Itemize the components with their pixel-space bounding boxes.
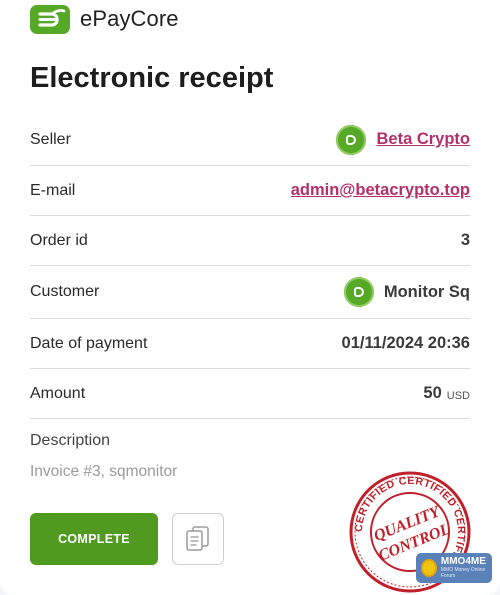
brand-header[interactable]: ePayCore [30, 3, 179, 35]
receipt-card: ePayCore Electronic receipt Seller Beta … [0, 0, 500, 595]
date-value: 01/11/2024 20:36 [341, 334, 470, 352]
date-row: Date of payment 01/11/2024 20:36 [30, 319, 470, 369]
email-label: E-mail [30, 181, 76, 199]
order-row: Order id 3 [30, 216, 470, 266]
order-value: 3 [460, 231, 470, 249]
amount-number: 50 [423, 384, 442, 402]
brand-name: ePayCore [80, 6, 179, 31]
customer-value: Monitor Sq [343, 277, 470, 307]
customer-row: Customer Monitor Sq [30, 266, 470, 319]
watermark-text: MMO4ME [440, 556, 486, 567]
copy-icon [186, 526, 209, 551]
customer-avatar-icon [343, 277, 374, 307]
seller-label: Seller [30, 130, 71, 148]
amount-value: 50 USD [423, 384, 470, 403]
amount-currency: USD [446, 389, 470, 402]
seller-row: Seller Beta Crypto [30, 114, 470, 166]
watermark-badge: MMO4ME MMO Money Online Forum [416, 553, 492, 583]
watermark-subtext: MMO Money Online Forum [440, 567, 486, 579]
description-label: Description [30, 432, 111, 449]
email-value: admin@betacrypto.top [291, 181, 470, 200]
seller-value: Beta Crypto [336, 124, 470, 155]
seller-avatar-icon [336, 124, 367, 155]
email-link[interactable]: admin@betacrypto.top [291, 181, 470, 200]
order-label: Order id [30, 231, 88, 249]
coin-icon [421, 559, 437, 577]
page-title: Electronic receipt [30, 62, 274, 94]
customer-label: Customer [30, 283, 100, 300]
seller-link[interactable]: Beta Crypto [376, 130, 470, 149]
customer-name: Monitor Sq [383, 282, 470, 301]
amount-label: Amount [30, 384, 86, 402]
amount-row: Amount 50 USD [30, 369, 470, 419]
date-label: Date of payment [30, 334, 148, 352]
complete-button[interactable]: COMPLETE [30, 513, 158, 565]
epaycore-logo-icon [30, 4, 70, 34]
description-text: Invoice #3, sqmonitor [30, 463, 178, 480]
email-row: E-mail admin@betacrypto.top [30, 166, 470, 216]
copy-button[interactable] [172, 513, 224, 565]
